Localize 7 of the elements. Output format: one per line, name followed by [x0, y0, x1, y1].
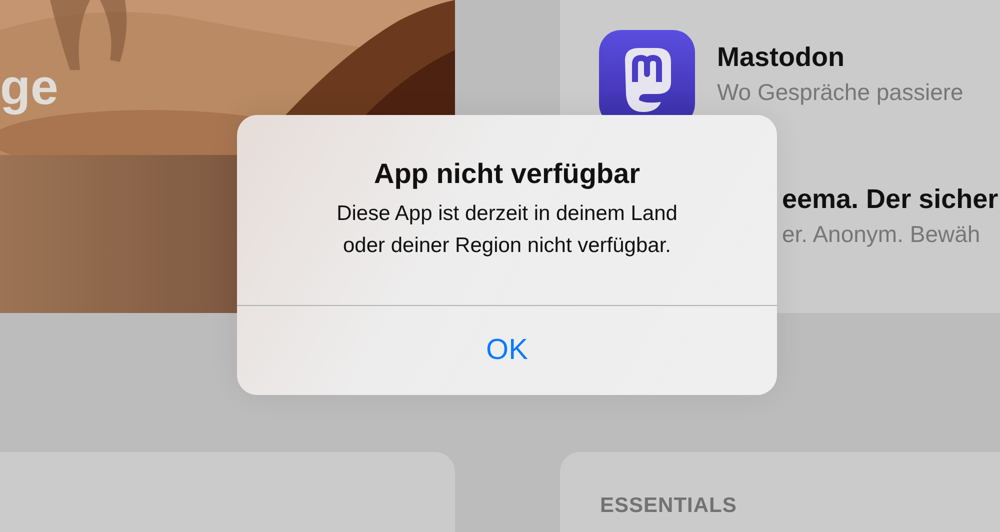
app-name[interactable]: Mastodon: [717, 42, 964, 73]
alert-title: App nicht verfügbar: [374, 158, 640, 190]
app-subtitle: er. Anonym. Bewäh: [782, 221, 982, 248]
app-subtitle: Wo Gespräche passiere: [717, 79, 964, 106]
alert-message: Diese App ist derzeit in deinem Land oder deiner Region nicht verfügbar.: [336, 201, 678, 258]
section-label: ESSENTIALS: [600, 494, 737, 517]
app-name[interactable]: eema. Der sicher: [782, 184, 998, 215]
